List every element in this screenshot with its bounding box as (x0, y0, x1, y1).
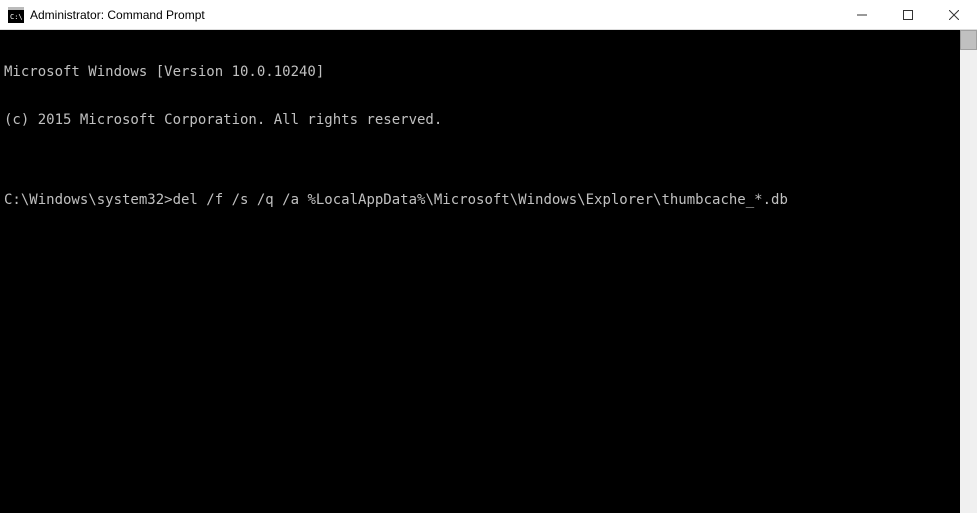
prompt-prefix: C:\Windows\system32> (4, 192, 173, 208)
console-area: Microsoft Windows [Version 10.0.10240] (… (0, 30, 977, 513)
window-title: Administrator: Command Prompt (30, 8, 839, 22)
console-output[interactable]: Microsoft Windows [Version 10.0.10240] (… (0, 30, 960, 513)
maximize-button[interactable] (885, 0, 931, 29)
cmd-icon: C:\ (8, 7, 24, 23)
console-line: Microsoft Windows [Version 10.0.10240] (4, 64, 956, 80)
svg-text:C:\: C:\ (10, 13, 23, 21)
prompt-line: C:\Windows\system32>del /f /s /q /a %Loc… (4, 192, 956, 208)
close-button[interactable] (931, 0, 977, 29)
console-line: (c) 2015 Microsoft Corporation. All righ… (4, 112, 956, 128)
window-controls (839, 0, 977, 29)
vertical-scrollbar[interactable] (960, 30, 977, 513)
command-input[interactable]: del /f /s /q /a %LocalAppData%\Microsoft… (173, 192, 788, 208)
scrollbar-thumb[interactable] (960, 30, 977, 50)
minimize-button[interactable] (839, 0, 885, 29)
titlebar[interactable]: C:\ Administrator: Command Prompt (0, 0, 977, 30)
